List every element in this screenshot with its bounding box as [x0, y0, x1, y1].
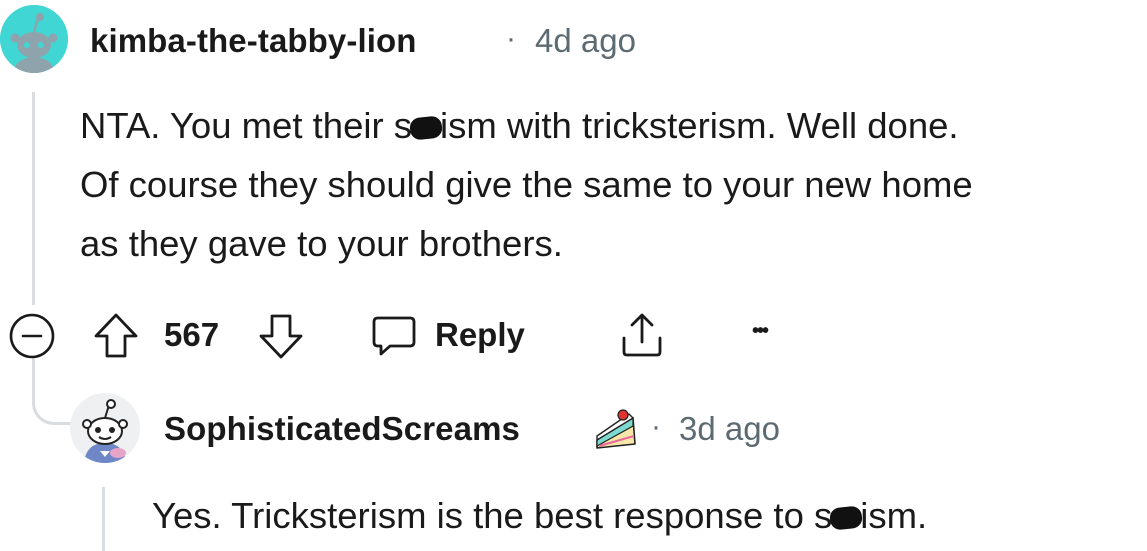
separator-dot: · [651, 410, 661, 443]
reply-body-text: Yes. Tricksterism is the best response t… [152, 495, 833, 536]
share-icon[interactable] [617, 310, 667, 360]
redaction-mark [408, 115, 444, 141]
avatar[interactable] [0, 5, 68, 73]
vote-score: 567 [164, 316, 220, 353]
redaction-mark [829, 505, 864, 531]
thread-line-reply-curve [32, 380, 72, 425]
thread-line-main[interactable] [32, 92, 35, 305]
downvote-arrow-icon[interactable] [257, 311, 305, 361]
more-dots-icon[interactable]: ••• [752, 320, 769, 343]
collapse-minus-icon[interactable] [8, 312, 56, 360]
comment-body-line-1: NTA. You met their s ism with tricksteris… [80, 96, 959, 155]
cake-icon [593, 406, 639, 452]
reply-button[interactable] [370, 312, 418, 360]
reply-button-label[interactable]: Reply [435, 316, 525, 354]
comment-body-line-2: Of course they should give the same to y… [80, 164, 973, 205]
thread-line-reply[interactable] [102, 487, 105, 551]
reply-age: 3d ago [679, 410, 780, 447]
comment-author[interactable]: kimba-the-tabby-lion [90, 22, 417, 60]
separator-dot: · [506, 22, 516, 55]
snoo-avatar-icon [70, 393, 140, 463]
comment-body-text: ism with tricksterism. Well done. [440, 105, 959, 146]
upvote-arrow-icon[interactable] [92, 311, 140, 361]
reply-body: Yes. Tricksterism is the best response t… [152, 486, 927, 545]
reply-author[interactable]: SophisticatedScreams [164, 410, 520, 448]
reply-avatar[interactable] [70, 393, 140, 463]
reply-body-text: ism. [860, 495, 928, 536]
snoo-avatar-icon [0, 5, 68, 73]
comment-body-line-3: as they gave to your brothers. [80, 223, 563, 264]
comment-age: 4d ago [535, 22, 636, 59]
speech-bubble-icon [372, 316, 416, 356]
comment-body-text: NTA. You met their s [80, 105, 413, 146]
